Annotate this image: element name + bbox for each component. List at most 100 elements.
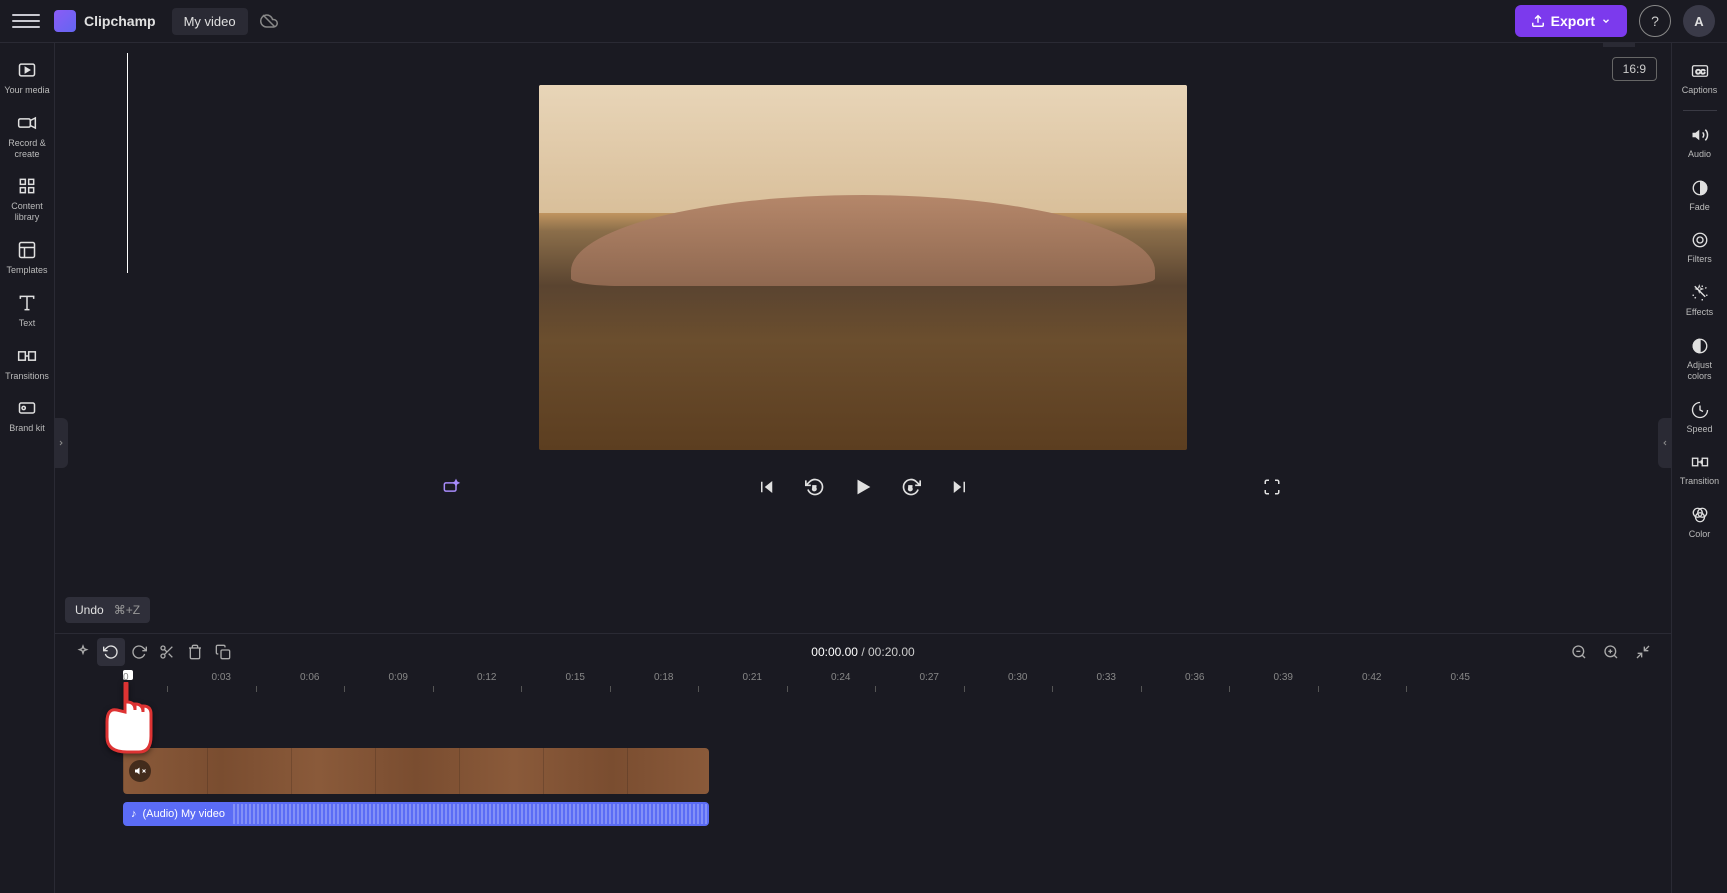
transition-icon	[1690, 452, 1710, 472]
ruler-label: 0:09	[389, 672, 408, 683]
sidebar-templates[interactable]: Templates	[2, 231, 52, 284]
ruler-label: 0:39	[1274, 672, 1293, 683]
camera-icon	[16, 112, 38, 134]
svg-text:CC: CC	[1695, 69, 1705, 76]
effects-icon	[1690, 283, 1710, 303]
collapse-right-panel[interactable]	[1658, 418, 1672, 468]
undo-button[interactable]	[97, 638, 125, 666]
audio-clip-label: (Audio) My video	[143, 808, 226, 820]
app-header: Clipchamp My video Export ? A	[0, 0, 1727, 43]
editor-center: 16:9 5 5 Undo ⌘+Z ⌄	[55, 43, 1671, 893]
audio-panel-button[interactable]: Audio	[1675, 117, 1725, 168]
tooltip-label: Undo	[75, 603, 104, 617]
collapse-timeline-button[interactable]: ⌄	[1603, 43, 1635, 47]
cloud-sync-icon	[260, 12, 278, 30]
filters-icon	[1690, 230, 1710, 250]
transition-panel-button[interactable]: Transition	[1675, 444, 1725, 495]
sidebar-transitions[interactable]: Transitions	[2, 337, 52, 390]
timeline-tracks: ♪ (Audio) My video	[55, 694, 1671, 893]
user-avatar[interactable]: A	[1683, 5, 1715, 37]
video-preview[interactable]	[539, 85, 1187, 450]
fullscreen-button[interactable]	[1259, 474, 1285, 500]
left-sidebar: Your media Record & create Content libra…	[0, 43, 55, 893]
sidebar-record-create[interactable]: Record & create	[2, 104, 52, 168]
aspect-ratio-badge[interactable]: 16:9	[1612, 57, 1657, 81]
export-label: Export	[1551, 13, 1595, 29]
ruler-label: 0:24	[831, 672, 850, 683]
sidebar-item-label: Your media	[4, 85, 49, 96]
ruler-label: 0:33	[1097, 672, 1116, 683]
fade-panel-button[interactable]: Fade	[1675, 170, 1725, 221]
zoom-in-button[interactable]	[1597, 638, 1625, 666]
library-icon	[16, 175, 38, 197]
export-button[interactable]: Export	[1515, 5, 1627, 37]
speed-panel-button[interactable]: Speed	[1675, 392, 1725, 443]
timeline-toolbar: 00:00.00 / 00:20.00	[55, 634, 1671, 670]
sidebar-item-label: Audio	[1688, 149, 1711, 160]
adjust-icon	[1690, 336, 1710, 356]
fit-timeline-button[interactable]	[1629, 638, 1657, 666]
sidebar-brand-kit[interactable]: Brand kit	[2, 389, 52, 442]
sidebar-item-label: Color	[1689, 529, 1711, 540]
captions-panel-button[interactable]: CC Captions	[1675, 53, 1725, 104]
sidebar-text[interactable]: Text	[2, 284, 52, 337]
total-time: 00:20.00	[868, 645, 915, 659]
forward-5-button[interactable]: 5	[898, 474, 924, 500]
sidebar-item-label: Fade	[1689, 202, 1710, 213]
tooltip-shortcut: ⌘+Z	[114, 603, 140, 617]
audio-clip[interactable]: ♪ (Audio) My video	[123, 802, 709, 826]
sidebar-your-media[interactable]: Your media	[2, 51, 52, 104]
skip-forward-button[interactable]	[946, 474, 972, 500]
ai-tool-button[interactable]	[69, 638, 97, 666]
timeline-section: ⌄ 00:00.00 / 00:20.00 00:030	[55, 633, 1671, 893]
color-panel-button[interactable]: Color	[1675, 497, 1725, 548]
ruler-label: 0:42	[1362, 672, 1381, 683]
adjust-colors-panel-button[interactable]: Adjust colors	[1675, 328, 1725, 390]
music-note-icon: ♪	[131, 808, 137, 820]
menu-button[interactable]	[12, 7, 40, 35]
sidebar-item-label: Templates	[6, 265, 47, 276]
speed-icon	[1690, 400, 1710, 420]
delete-button[interactable]	[181, 638, 209, 666]
timeline-ruler[interactable]: 00:030:060:090:120:150:180:210:240:270:3…	[55, 670, 1671, 694]
ruler-label: 0:18	[654, 672, 673, 683]
effects-panel-button[interactable]: Effects	[1675, 275, 1725, 326]
audio-waveform	[233, 804, 709, 824]
app-logo	[54, 10, 76, 32]
video-title-input[interactable]: My video	[172, 8, 248, 35]
ruler-label: 0:21	[743, 672, 762, 683]
svg-text:5: 5	[813, 485, 817, 492]
split-button[interactable]	[153, 638, 181, 666]
undo-tooltip: Undo ⌘+Z	[65, 597, 150, 623]
sidebar-item-label: Speed	[1686, 424, 1712, 435]
media-icon	[16, 59, 38, 81]
sidebar-item-label: Filters	[1687, 254, 1712, 265]
video-clip[interactable]	[123, 748, 709, 794]
auto-compose-icon[interactable]	[441, 477, 461, 497]
ruler-label: 0:45	[1451, 672, 1470, 683]
brand-kit-icon	[16, 397, 38, 419]
current-time: 00:00.00	[811, 645, 858, 659]
sidebar-content-library[interactable]: Content library	[2, 167, 52, 231]
sidebar-item-label: Record & create	[2, 138, 52, 160]
transitions-icon	[16, 345, 38, 367]
filters-panel-button[interactable]: Filters	[1675, 222, 1725, 273]
sidebar-item-label: Adjust colors	[1675, 360, 1725, 382]
ruler-label: 0:15	[566, 672, 585, 683]
ruler-label: 0:27	[920, 672, 939, 683]
mute-icon[interactable]	[129, 760, 151, 782]
zoom-out-button[interactable]	[1565, 638, 1593, 666]
ruler-label: 0:06	[300, 672, 319, 683]
color-icon	[1690, 505, 1710, 525]
duplicate-button[interactable]	[209, 638, 237, 666]
play-button[interactable]	[850, 474, 876, 500]
rewind-5-button[interactable]: 5	[802, 474, 828, 500]
templates-icon	[16, 239, 38, 261]
skip-back-button[interactable]	[754, 474, 780, 500]
ruler-label: 0:12	[477, 672, 496, 683]
redo-button[interactable]	[125, 638, 153, 666]
sidebar-item-label: Content library	[2, 201, 52, 223]
pointer-cursor-icon	[97, 682, 157, 757]
captions-icon: CC	[1690, 61, 1710, 81]
help-button[interactable]: ?	[1639, 5, 1671, 37]
